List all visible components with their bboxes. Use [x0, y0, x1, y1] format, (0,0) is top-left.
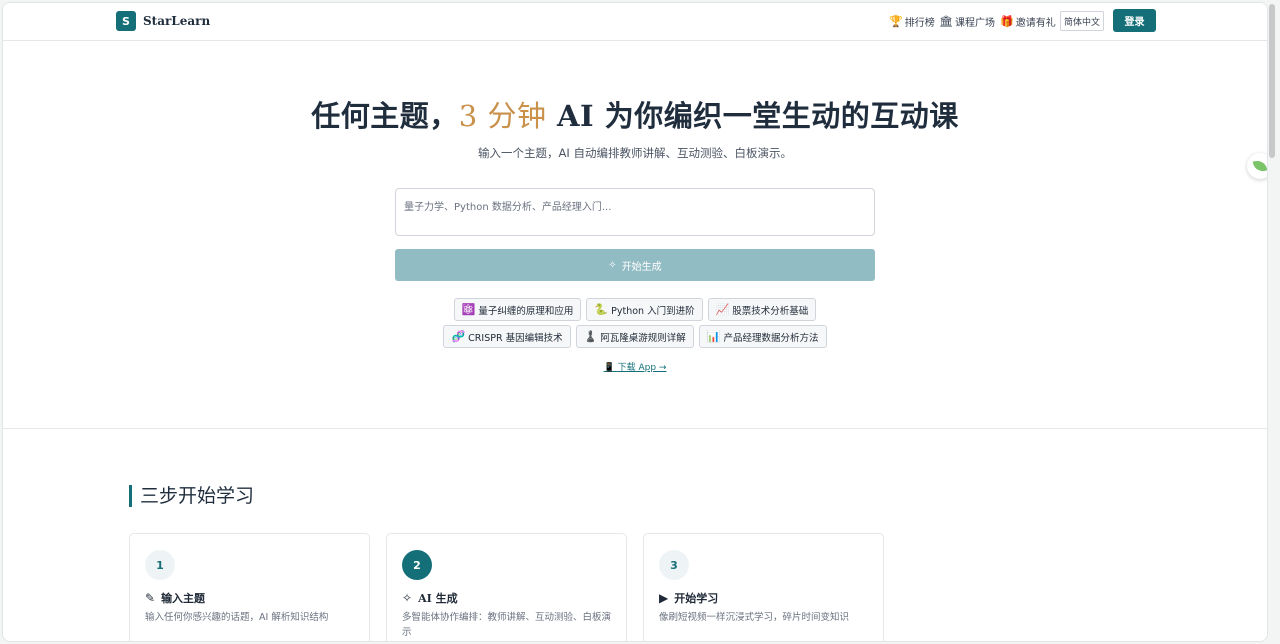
suggestion-chip[interactable]: 🧬 CRISPR 基因编辑技术 — [443, 325, 571, 348]
suggestion-label: 产品经理数据分析方法 — [723, 332, 819, 344]
gift-icon: 🎁 — [1000, 15, 1014, 28]
language-switch-button[interactable]: 简体中文 — [1060, 11, 1104, 31]
step-description: 输入任何你感兴趣的话题，AI 解析知识结构 — [145, 612, 329, 623]
generate-button[interactable]: ✧ 开始生成 — [395, 249, 875, 281]
step-title-label: 开始学习 — [674, 592, 719, 605]
logo-badge[interactable]: S — [116, 11, 136, 31]
step-number: 2 — [402, 550, 432, 580]
step-description: 多智能体协作编排：教师讲解、互动测验、白板演示 — [402, 612, 612, 638]
hero-subtitle: 输入一个主题，AI 自动编排教师讲解、互动测验、白板演示。 — [478, 146, 792, 160]
suggestion-label: CRISPR 基因编辑技术 — [468, 332, 563, 344]
dna-icon: 🧬 — [451, 330, 466, 343]
leaf-icon — [1252, 158, 1267, 174]
chart-up-icon: 📈 — [715, 303, 730, 316]
sparkle-icon: ✧ — [608, 259, 617, 271]
hero-title-post: AI 为你编织一堂生动的互动课 — [546, 99, 959, 133]
download-app-label: 下载 App → — [617, 363, 667, 373]
steps-section-title: 三步开始学习 — [129, 485, 254, 507]
suggestion-row-1: ⚛️ 量子纠缠的原理和应用 🐍 Python 入门到进阶 📈 股票技术分析基础 — [3, 298, 1267, 321]
step-card-3: 3 ▶ 开始学习 像刷短视频一样沉浸式学习，碎片时间变知识 — [643, 533, 884, 641]
step-title: ▶ 开始学习 — [659, 590, 718, 606]
top-header: S StarLearn 🏆 排行榜 🏛 课程广场 🎁 邀请有礼 简体中文 登录 — [3, 3, 1267, 41]
hero-title: 任何主题，3 分钟 AI 为你编织一堂生动的互动课 — [3, 93, 1267, 135]
bar-chart-icon: 📊 — [706, 330, 721, 343]
nav-leaderboard-label: 排行榜 — [904, 18, 935, 29]
hero-title-pre: 任何主题， — [311, 99, 459, 133]
suggestion-label: Python 入门到进阶 — [611, 305, 695, 317]
suggestion-chip[interactable]: 📊 产品经理数据分析方法 — [698, 325, 827, 348]
sparkle-icon: ✧ — [402, 591, 413, 605]
nav-leaderboard[interactable]: 🏆 排行榜 — [889, 14, 935, 29]
trophy-icon: 🏆 — [889, 15, 903, 28]
nav-course-plaza-label: 课程广场 — [954, 18, 995, 29]
game-piece-icon: ♟️ — [583, 330, 598, 343]
brand-name[interactable]: StarLearn — [143, 14, 210, 28]
step-title-label: AI 生成 — [418, 592, 458, 605]
nav-course-plaza[interactable]: 🏛 课程广场 — [939, 14, 995, 29]
step-title: ✧ AI 生成 — [402, 590, 458, 606]
suggestion-label: 股票技术分析基础 — [732, 305, 809, 317]
suggestion-chip[interactable]: ♟️ 阿瓦隆桌游规则详解 — [575, 325, 694, 348]
suggestion-chip[interactable]: ⚛️ 量子纠缠的原理和应用 — [453, 298, 582, 321]
suggestion-chip[interactable]: 🐍 Python 入门到进阶 — [586, 298, 703, 321]
play-icon: ▶ — [659, 591, 669, 605]
atom-icon: ⚛️ — [461, 303, 476, 316]
step-card-1: 1 ✎ 输入主题 输入任何你感兴趣的话题，AI 解析知识结构 — [129, 533, 370, 641]
nav-invite-label: 邀请有礼 — [1015, 18, 1056, 29]
step-title: ✎ 输入主题 — [145, 590, 205, 606]
bank-icon: 🏛 — [939, 15, 953, 28]
section-divider — [3, 428, 1267, 429]
snake-icon: 🐍 — [594, 303, 609, 316]
floating-assistant-button[interactable] — [1247, 153, 1267, 179]
page-scrollbar[interactable] — [1269, 4, 1275, 158]
step-card-2: 2 ✧ AI 生成 多智能体协作编排：教师讲解、互动测验、白板演示 — [386, 533, 627, 641]
suggestion-row-2: 🧬 CRISPR 基因编辑技术 ♟️ 阿瓦隆桌游规则详解 📊 产品经理数据分析方… — [3, 325, 1267, 348]
download-app-link[interactable]: 📱 下载 App → — [3, 360, 1267, 373]
step-number: 1 — [145, 550, 175, 580]
app-window: S StarLearn 🏆 排行榜 🏛 课程广场 🎁 邀请有礼 简体中文 登录 … — [2, 2, 1268, 642]
edit-icon: ✎ — [145, 591, 156, 605]
hero-title-accent: 3 分钟 — [458, 99, 547, 133]
suggestion-label: 量子纠缠的原理和应用 — [478, 305, 574, 317]
generate-button-label: 开始生成 — [621, 261, 662, 273]
nav-invite[interactable]: 🎁 邀请有礼 — [1000, 14, 1056, 29]
login-button[interactable]: 登录 — [1113, 9, 1156, 32]
step-description: 像刷短视频一样沉浸式学习，碎片时间变知识 — [659, 612, 850, 623]
step-number: 3 — [659, 550, 689, 580]
suggestion-label: 阿瓦隆桌游规则详解 — [600, 332, 686, 344]
topic-input[interactable] — [395, 188, 875, 236]
step-title-label: 输入主题 — [161, 592, 206, 605]
suggestion-chip[interactable]: 📈 股票技术分析基础 — [707, 298, 817, 321]
phone-icon: 📱 — [603, 363, 615, 373]
